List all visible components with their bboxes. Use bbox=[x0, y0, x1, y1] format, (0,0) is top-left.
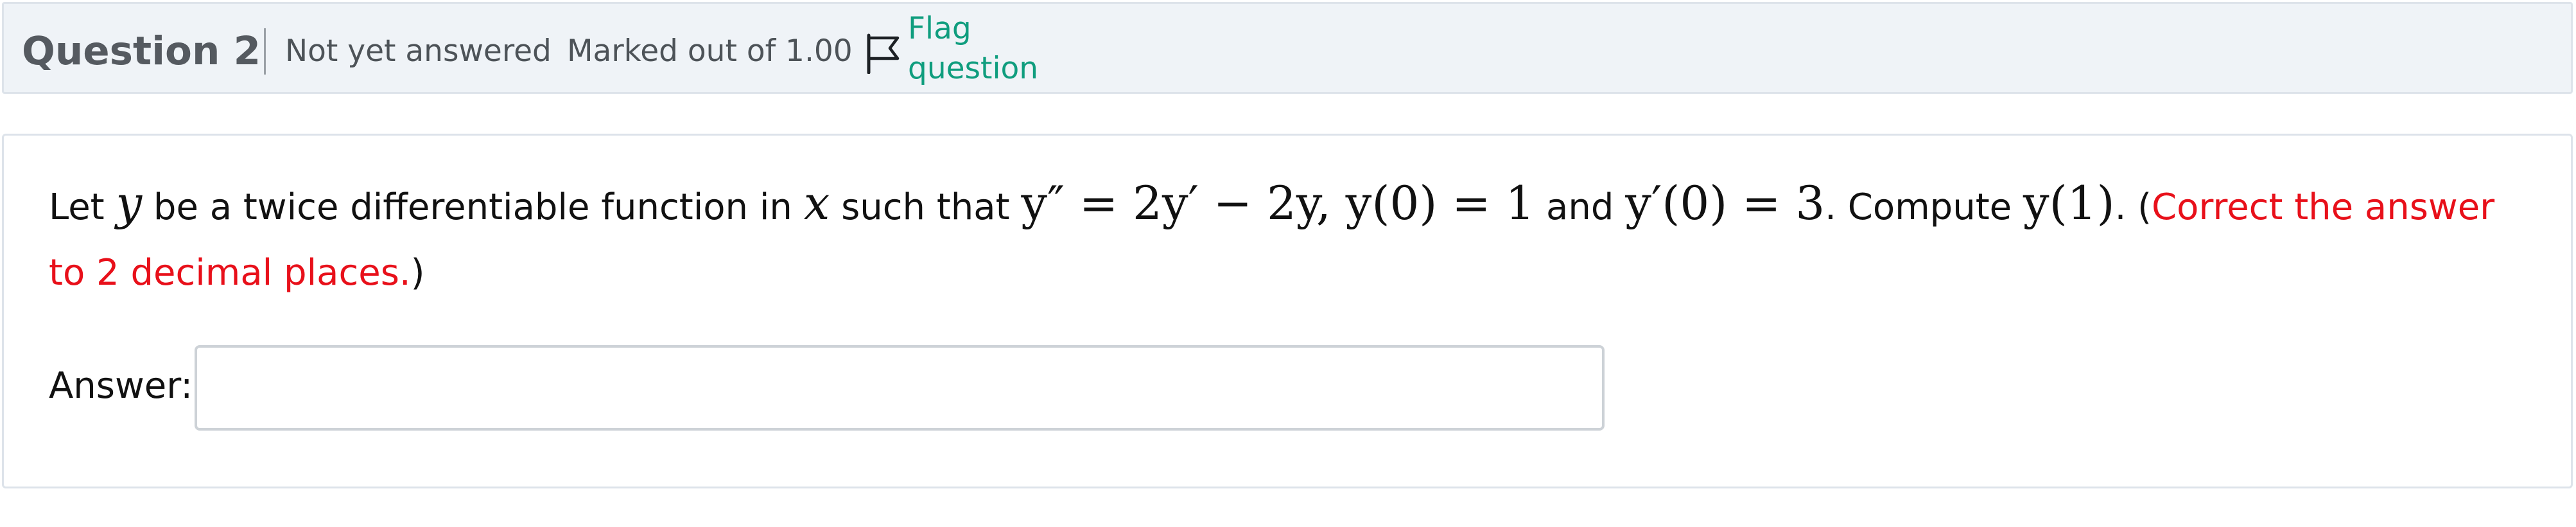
question-text-segment: ) bbox=[410, 252, 425, 294]
math-variable-x: x bbox=[803, 176, 830, 230]
question-grade: Marked out of 1.00 bbox=[567, 33, 853, 69]
question-content: Let y be a twice differentiable function… bbox=[2, 134, 2573, 488]
answer-input[interactable] bbox=[195, 345, 1605, 431]
flag-label-line-1[interactable]: Flag bbox=[908, 9, 1075, 49]
question-text-segment: and bbox=[1535, 186, 1626, 228]
question-text-segment: such that bbox=[830, 186, 1022, 228]
math-initial-condition: y′(0) = 3 bbox=[1625, 176, 1825, 230]
question-text-segment: . Compute bbox=[1825, 186, 2023, 228]
math-target-expression: y(1) bbox=[2023, 176, 2115, 230]
answer-label: Answer: bbox=[49, 365, 193, 407]
question-text-segment: be a twice differentiable function in bbox=[142, 186, 804, 228]
question-info-header: Question 2 Not yet answered Marked out o… bbox=[2, 2, 2573, 94]
math-differential-equation: y″ = 2y′ − 2y, y(0) = 1 bbox=[1021, 176, 1535, 230]
flag-icon bbox=[867, 33, 900, 74]
header-divider bbox=[264, 28, 266, 75]
question-number: Question 2 bbox=[22, 28, 261, 74]
question-text-segment: Let bbox=[49, 186, 116, 228]
flag-label-line-2[interactable]: question bbox=[908, 49, 1075, 89]
question-text: Let y be a twice differentiable function… bbox=[49, 170, 2527, 306]
question-state: Not yet answered bbox=[285, 33, 552, 69]
flag-question-label[interactable]: Flag question bbox=[908, 9, 1075, 89]
question-text-segment: . ( bbox=[2114, 186, 2152, 228]
math-variable-y: y bbox=[116, 176, 143, 230]
